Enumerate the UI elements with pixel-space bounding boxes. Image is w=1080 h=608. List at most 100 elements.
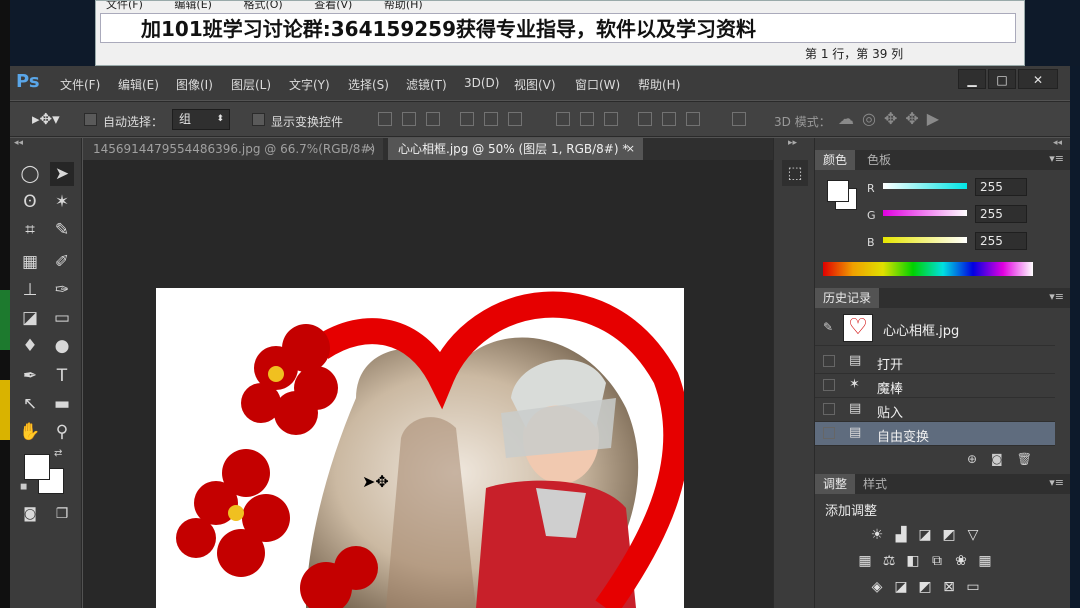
distribute-hcenter-icon[interactable] [662, 112, 676, 126]
channel-mixer-icon[interactable]: ❀ [951, 552, 971, 570]
align-vcenter-icon[interactable] [402, 112, 416, 126]
color-fg-swatch[interactable] [827, 180, 849, 202]
menu-layer[interactable]: 图层(L) [231, 76, 271, 93]
levels-icon[interactable]: ▟ [891, 526, 911, 544]
exposure-icon[interactable]: ◩ [939, 526, 959, 544]
move-tool-icon[interactable]: ➤ [50, 162, 74, 186]
posterize-icon[interactable]: ◪ [891, 578, 911, 596]
stamp-icon[interactable]: ⊥ [18, 278, 42, 302]
zoom-icon[interactable]: ⚲ [50, 420, 74, 444]
eraser-icon[interactable]: ◪ [18, 306, 42, 330]
close-icon[interactable]: × [366, 138, 375, 160]
rectangle-shape-icon[interactable]: ▬ [50, 392, 74, 416]
tab-color[interactable]: 颜色 [815, 150, 856, 170]
foreground-color-swatch[interactable] [24, 454, 50, 480]
maximize-button[interactable]: □ [988, 69, 1016, 89]
panel-menu-icon[interactable]: ▾≡ [1049, 290, 1064, 303]
expand-panels-icon[interactable]: ▸▸ [788, 138, 797, 148]
screen-mode-icon[interactable]: ❐ [50, 502, 74, 526]
color-spectrum-bar[interactable] [823, 262, 1033, 276]
channel-g-slider[interactable] [883, 210, 967, 216]
align-top-icon[interactable] [378, 112, 392, 126]
notepad-menu-format[interactable]: 格式(O) [243, 1, 282, 11]
tab-document-1[interactable]: 1456914479554486396.jpg @ 66.7%(RGB/8#) × [83, 138, 383, 160]
auto-select-dropdown[interactable]: 组 ⬍ [172, 109, 230, 130]
align-hcenter-icon[interactable] [484, 112, 498, 126]
history-checkbox[interactable] [823, 427, 835, 439]
path-select-icon[interactable]: ↖ [18, 392, 42, 416]
3d-panel-icon[interactable]: ⬚ [782, 160, 808, 186]
history-state[interactable]: ✶ 魔棒 [815, 374, 1055, 398]
photo-filter-icon[interactable]: ⧉ [927, 552, 947, 570]
tab-history[interactable]: 历史记录 [815, 288, 880, 308]
history-state[interactable]: ▤ 贴入 [815, 398, 1055, 422]
tab-swatches[interactable]: 色板 [859, 150, 899, 170]
distribute-right-icon[interactable] [686, 112, 700, 126]
auto-select-checkbox[interactable] [84, 113, 97, 126]
tab-adjustments[interactable]: 调整 [815, 474, 856, 494]
menu-file[interactable]: 文件(F) [60, 76, 100, 93]
channel-b-slider[interactable] [883, 237, 967, 243]
black-white-icon[interactable]: ◧ [903, 552, 923, 570]
threshold-icon[interactable]: ◩ [915, 578, 935, 596]
color-balance-icon[interactable]: ⚖ [879, 552, 899, 570]
close-button[interactable]: ✕ [1018, 69, 1058, 89]
gradient-icon[interactable]: ▭ [50, 306, 74, 330]
menu-edit[interactable]: 编辑(E) [118, 76, 159, 93]
quick-mask-icon[interactable]: ◙ [18, 502, 42, 526]
channel-r-value[interactable]: 255 [975, 178, 1027, 196]
channel-b-value[interactable]: 255 [975, 232, 1027, 250]
history-state-active[interactable]: ▤ 自由变换 [815, 422, 1055, 446]
hand-icon[interactable]: ✋ [18, 420, 42, 444]
distribute-bottom-icon[interactable] [604, 112, 618, 126]
swap-colors-icon[interactable]: ⇄ [54, 448, 62, 459]
history-snapshot-row[interactable]: ✎ ♡ 心心相框.jpg [815, 310, 1055, 346]
type-icon[interactable]: T [50, 364, 74, 388]
collapse-icon[interactable]: ◂◂ [14, 138, 23, 148]
history-checkbox[interactable] [823, 379, 835, 391]
move-tool-preset-icon[interactable]: ▸✥▾ [32, 110, 60, 128]
tab-document-2[interactable]: 心心相框.jpg @ 50% (图层 1, RGB/8#) * × [388, 138, 643, 160]
history-checkbox[interactable] [823, 403, 835, 415]
auto-align-icon[interactable] [732, 112, 746, 126]
menu-view[interactable]: 视图(V) [514, 76, 556, 93]
brightness-icon[interactable]: ☀ [867, 526, 887, 544]
panel-menu-icon[interactable]: ▾≡ [1049, 152, 1064, 165]
blur-icon[interactable]: ♦ [18, 334, 42, 358]
history-footer-icons[interactable]: ⊕◙🗑 [967, 452, 1046, 466]
align-left-icon[interactable] [460, 112, 474, 126]
magic-wand-icon[interactable]: ✶ [50, 190, 74, 214]
dodge-icon[interactable]: ● [50, 334, 74, 358]
panel-menu-icon[interactable]: ▾≡ [1049, 476, 1064, 489]
channel-r-slider[interactable] [883, 183, 967, 189]
invert-icon[interactable]: ◈ [867, 578, 887, 596]
align-right-icon[interactable] [508, 112, 522, 126]
history-state[interactable]: ▤ 打开 [815, 350, 1055, 374]
document-canvas[interactable] [156, 288, 684, 608]
default-colors-icon[interactable]: ◼ [20, 482, 27, 492]
history-checkbox[interactable] [823, 355, 835, 367]
notepad-text-area[interactable]: 加101班学习讨论群:364159259获得专业指导，软件以及学习资料 [100, 13, 1016, 43]
distribute-vcenter-icon[interactable] [580, 112, 594, 126]
menu-filter[interactable]: 滤镜(T) [406, 76, 447, 93]
history-brush-source-icon[interactable]: ✎ [823, 320, 833, 334]
notepad-menu-file[interactable]: 文件(F) [106, 1, 143, 11]
lasso-icon[interactable]: ʘ [18, 190, 42, 214]
menu-3d[interactable]: 3D(D) [464, 76, 499, 90]
collapse-icon[interactable]: ◂◂ [1053, 138, 1062, 148]
brush-icon[interactable]: ✐ [50, 250, 74, 274]
eyedropper-icon[interactable]: ✎ [50, 218, 74, 242]
crop-icon[interactable]: ⌗ [18, 218, 42, 242]
menu-help[interactable]: 帮助(H) [638, 76, 680, 93]
distribute-top-icon[interactable] [556, 112, 570, 126]
3d-mode-icons[interactable]: ☁◎✥✥▶ [838, 109, 947, 128]
elliptical-marquee-icon[interactable]: ◯ [18, 162, 42, 186]
minimize-button[interactable]: ▁ [958, 69, 986, 89]
show-transform-checkbox[interactable] [252, 113, 265, 126]
healing-brush-icon[interactable]: ▦ [18, 250, 42, 274]
menu-window[interactable]: 窗口(W) [575, 76, 620, 93]
hue-saturation-icon[interactable]: ▦ [855, 552, 875, 570]
gradient-map-icon[interactable]: ▭ [963, 578, 983, 596]
pen-icon[interactable]: ✒ [18, 364, 42, 388]
selective-color-icon[interactable]: ⊠ [939, 578, 959, 596]
